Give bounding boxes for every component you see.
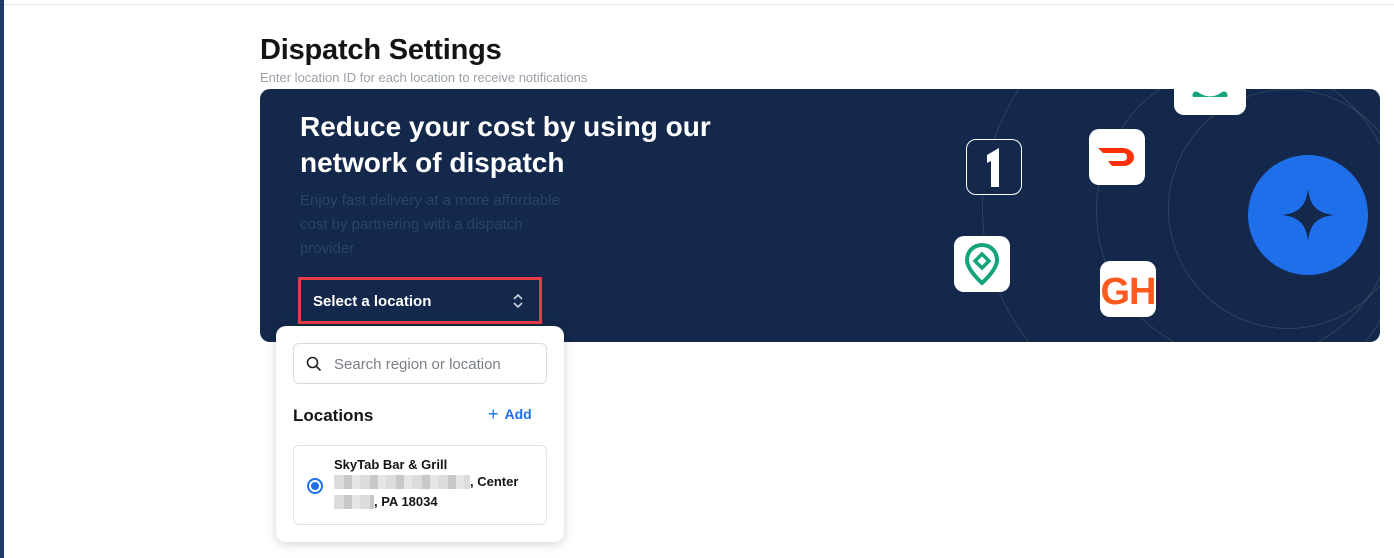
header-divider — [4, 4, 1394, 5]
location-name: SkyTab Bar & Grill — [334, 457, 448, 472]
redacted-text — [334, 494, 374, 509]
location-address-suffix: , Center — [470, 474, 519, 489]
page-title: Dispatch Settings — [260, 34, 502, 66]
location-city-line: , PA 18034 — [334, 494, 438, 509]
grubhub-logo-icon: GH — [1100, 261, 1156, 317]
green-provider-logo-icon — [1174, 89, 1246, 115]
sparkle-star-icon — [1248, 155, 1368, 275]
banner-body: Enjoy fast delivery at a more affordable… — [300, 192, 560, 257]
add-location-label: Add — [504, 406, 532, 422]
location-radio[interactable] — [307, 478, 323, 494]
add-location-button[interactable]: + Add — [488, 404, 532, 424]
plus-icon: + — [488, 404, 499, 424]
banner-heading: Reduce your cost by using our network of… — [300, 111, 711, 178]
location-dropdown-panel: Locations + Add SkyTab Bar & Grill , Cen… — [276, 326, 564, 542]
chevron-up-down-icon — [512, 292, 524, 314]
location-pin-logo-icon — [954, 236, 1010, 292]
location-state-zip: , PA 18034 — [374, 494, 438, 509]
one-logo-icon — [966, 139, 1022, 195]
radio-selected-dot — [311, 482, 319, 490]
search-input[interactable] — [334, 353, 534, 375]
location-option[interactable]: SkyTab Bar & Grill , Center , PA 18034 — [293, 445, 547, 525]
location-select-dropdown[interactable]: Select a location — [303, 282, 536, 320]
search-box[interactable] — [293, 343, 547, 384]
grubhub-logo-text: GH — [1102, 271, 1154, 309]
left-rail — [0, 0, 4, 558]
location-select-label: Select a location — [313, 292, 432, 310]
page-subtitle: Enter location ID for each location to r… — [260, 70, 588, 85]
locations-heading: Locations — [293, 406, 374, 425]
redacted-text — [334, 474, 470, 489]
doordash-logo-icon — [1089, 129, 1145, 185]
search-icon — [306, 356, 322, 377]
location-address-line: , Center — [334, 474, 518, 489]
